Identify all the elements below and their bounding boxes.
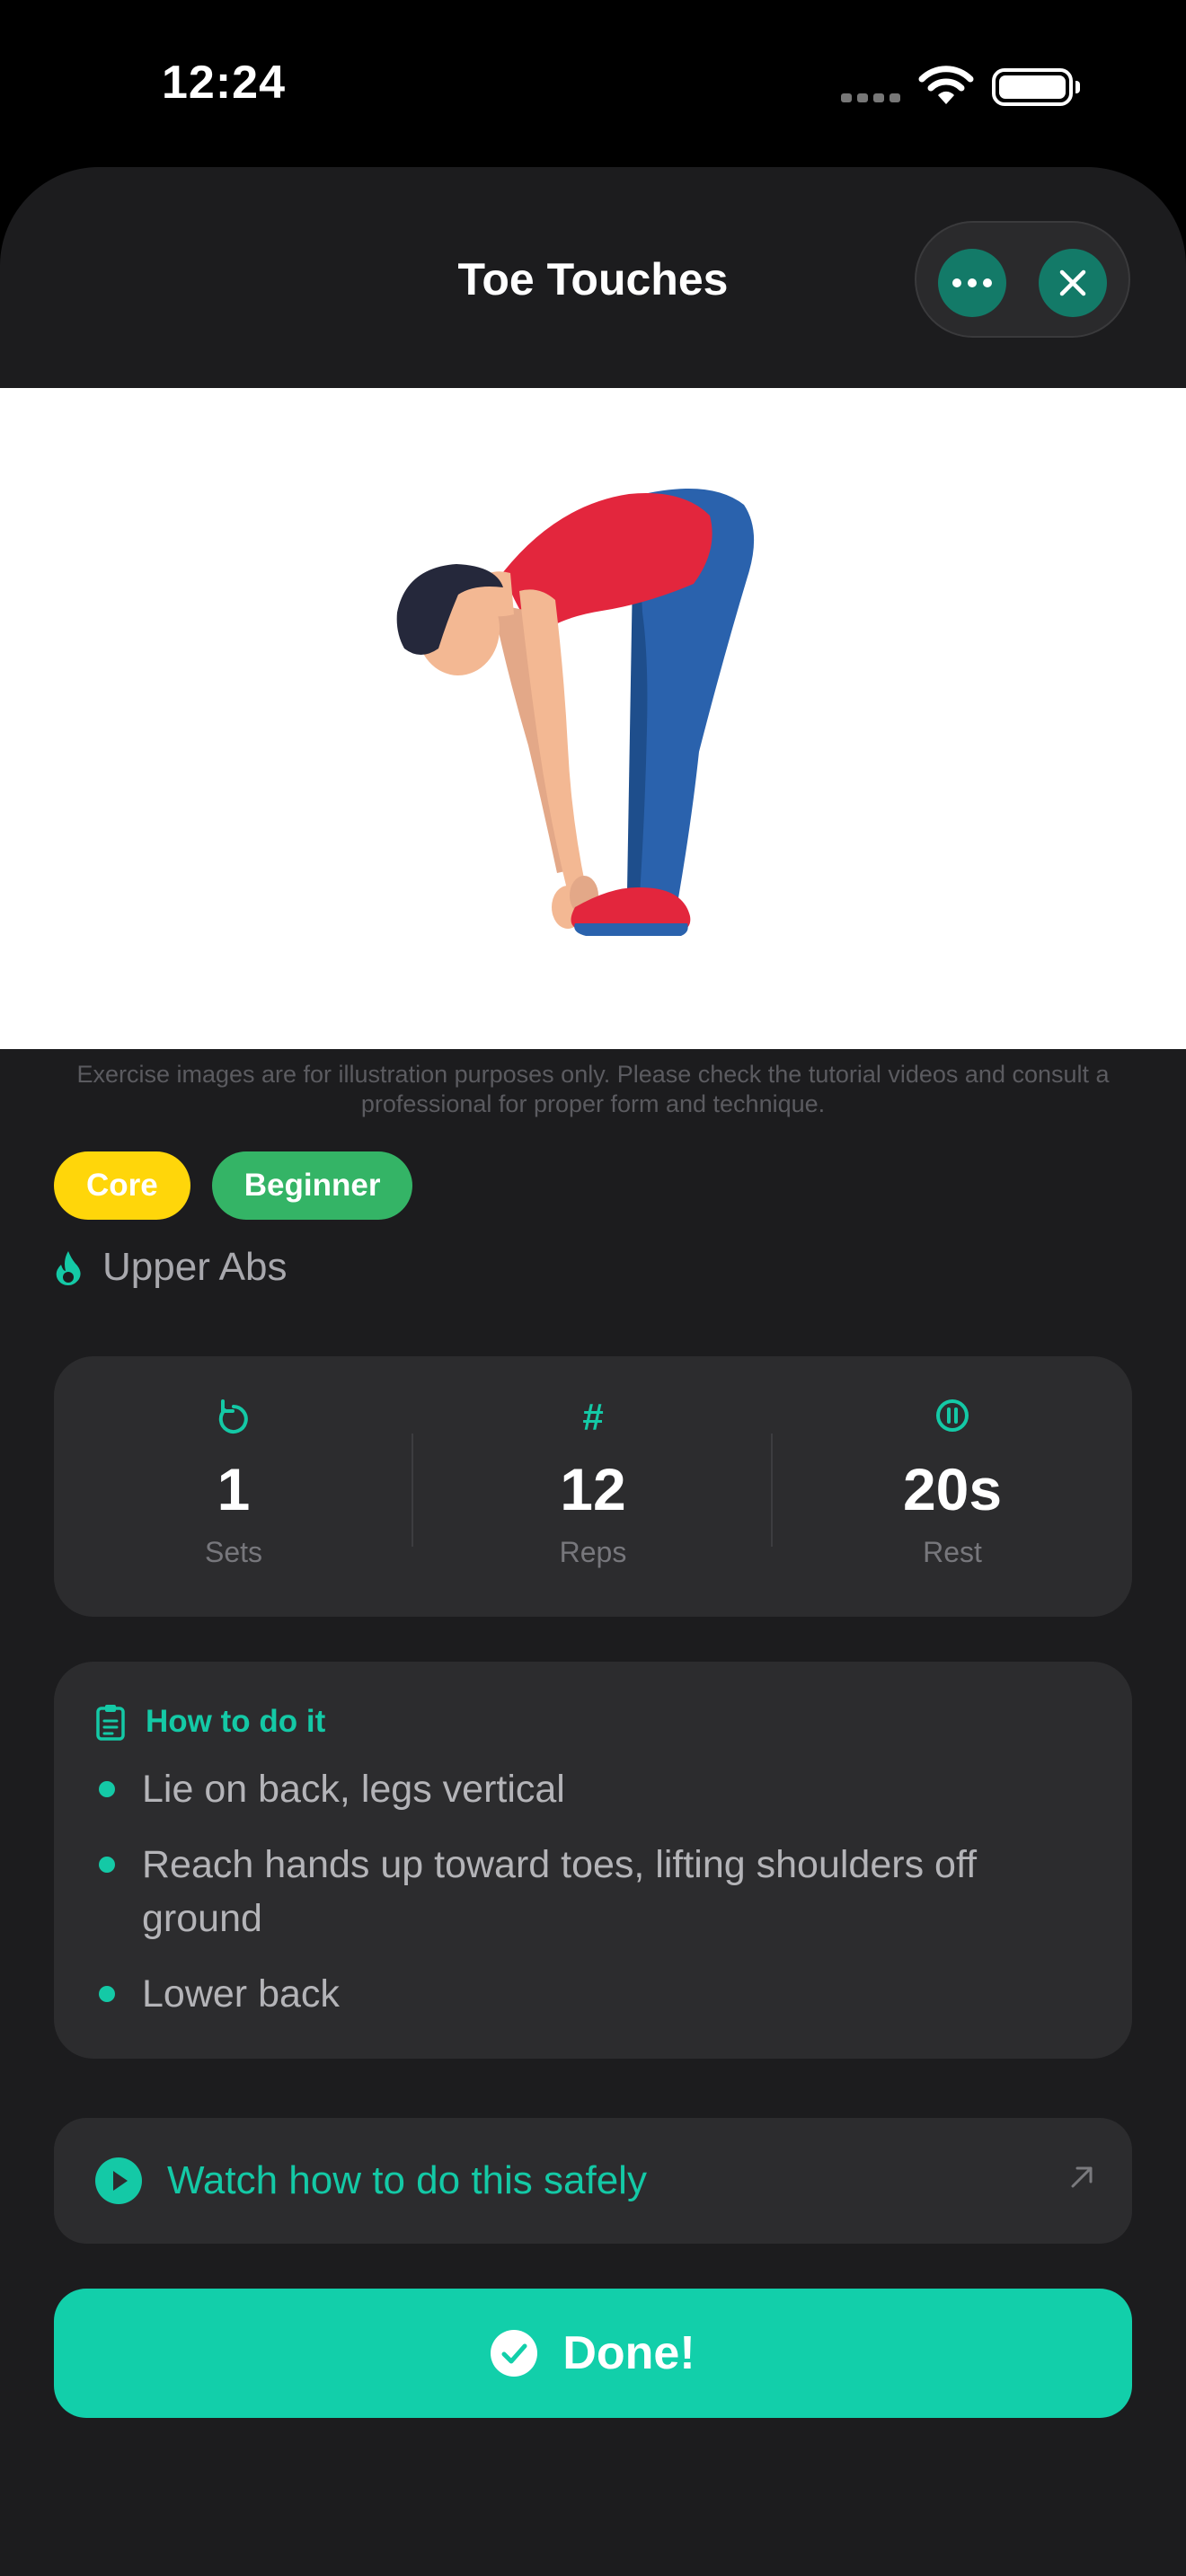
stat-sets: 1 Sets xyxy=(54,1356,413,1617)
step-text: Reach hands up toward toes, lifting shou… xyxy=(142,1843,978,1940)
battery-icon xyxy=(992,68,1080,106)
how-to-title: How to do it xyxy=(146,1704,326,1739)
exercise-sheet: Toe Touches Exercise images are for illu… xyxy=(0,167,1186,2576)
stat-reps: # 12 Reps xyxy=(413,1356,773,1617)
bullet xyxy=(99,1857,115,1873)
status-time: 12:24 xyxy=(162,57,286,109)
stat-label: Sets xyxy=(204,1536,263,1568)
cellular-signal-icon xyxy=(841,93,900,102)
repeat-icon xyxy=(218,1399,248,1434)
stat-value: 20s xyxy=(902,1456,1003,1522)
watch-tutorial-label: Watch how to do this safely xyxy=(167,2158,647,2202)
checkmark-icon xyxy=(491,2330,538,2377)
step-item: Lie on back, legs vertical xyxy=(92,1762,1080,1816)
bullet xyxy=(99,1986,115,2002)
tag-core: Core xyxy=(54,1151,190,1220)
more-icon xyxy=(952,278,992,287)
clipboard-icon xyxy=(96,1705,125,1741)
close-icon xyxy=(1059,269,1086,296)
step-item: Reach hands up toward toes, lifting shou… xyxy=(92,1838,1080,1945)
close-button[interactable] xyxy=(1039,249,1107,317)
stat-value: 12 xyxy=(560,1456,626,1522)
done-button[interactable]: Done! xyxy=(54,2289,1132,2418)
stat-value: 1 xyxy=(217,1456,251,1522)
step-item: Lower back xyxy=(92,1967,1080,2021)
play-icon xyxy=(95,2157,142,2204)
how-to-card: How to do it Lie on back, legs vertical … xyxy=(54,1662,1132,2059)
exercise-illustration xyxy=(0,388,1186,1049)
external-link-icon xyxy=(1071,2166,1093,2188)
wifi-icon xyxy=(918,65,974,110)
watch-tutorial-button[interactable]: Watch how to do this safely xyxy=(54,2118,1132,2244)
tag-beginner: Beginner xyxy=(211,1151,413,1220)
stats-card: 1 Sets # 12 Reps 20s Rest xyxy=(54,1356,1132,1617)
flame-icon xyxy=(56,1251,81,1285)
target-muscle: Upper Abs xyxy=(54,1245,287,1290)
hash-icon: # xyxy=(582,1396,604,1438)
step-text: Lie on back, legs vertical xyxy=(142,1768,565,1811)
illustration-disclaimer: Exercise images are for illustration pur… xyxy=(76,1061,1110,1117)
status-bar: 12:24 xyxy=(0,0,1186,171)
stat-label: Rest xyxy=(923,1536,982,1568)
step-list: Lie on back, legs vertical Reach hands u… xyxy=(92,1762,1080,2042)
how-to-header: How to do it xyxy=(95,1703,325,1741)
stat-rest: 20s Rest xyxy=(773,1356,1132,1617)
step-text: Lower back xyxy=(142,1972,340,2016)
stat-label: Reps xyxy=(559,1536,627,1568)
sheet-header: Toe Touches xyxy=(0,167,1186,388)
more-button[interactable] xyxy=(938,249,1006,317)
target-muscle-label: Upper Abs xyxy=(102,1245,288,1289)
tag-list: Core Beginner xyxy=(54,1151,413,1220)
bullet xyxy=(99,1781,115,1797)
header-actions xyxy=(915,221,1130,338)
pause-icon xyxy=(936,1399,969,1432)
done-label: Done! xyxy=(562,2327,695,2379)
